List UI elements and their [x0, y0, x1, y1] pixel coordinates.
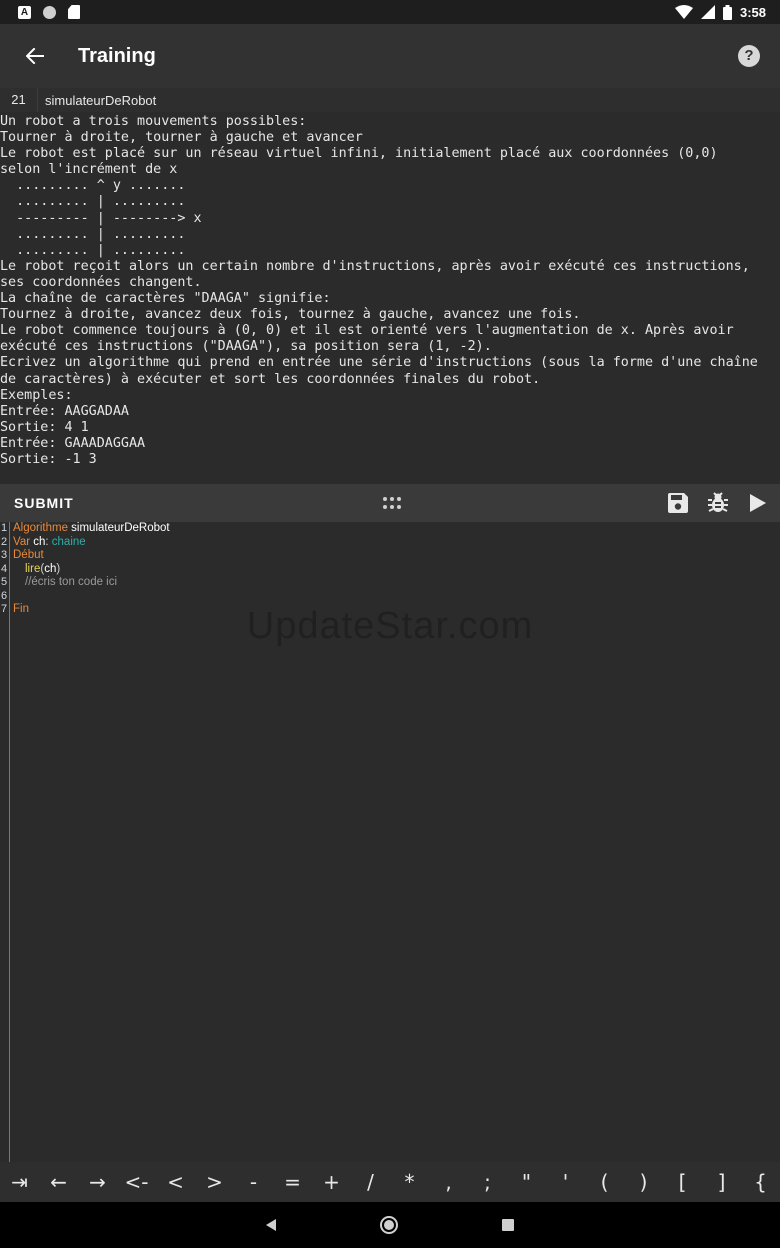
key-plus[interactable]: +: [312, 1170, 351, 1194]
symbol-key-bar: ⇥ ← → <- < > - = + / * , ; " ' ( ) [ ] {: [0, 1162, 780, 1202]
status-notifications: A: [18, 5, 80, 19]
key-close-paren[interactable]: ): [624, 1170, 663, 1194]
key-slash[interactable]: /: [351, 1170, 390, 1194]
key-semicolon[interactable]: ;: [468, 1170, 507, 1194]
key-greater-than[interactable]: >: [195, 1170, 234, 1194]
key-open-bracket[interactable]: [: [663, 1170, 702, 1194]
key-tab[interactable]: ⇥: [0, 1170, 39, 1194]
key-arrow-right[interactable]: →: [78, 1170, 117, 1194]
code-line[interactable]: [13, 590, 170, 604]
key-assign[interactable]: <-: [117, 1170, 156, 1194]
type-token: chaine: [51, 535, 86, 548]
clock: 3:58: [739, 4, 766, 20]
wifi-icon: [674, 5, 693, 19]
debug-icon: [708, 492, 728, 512]
status-indicators: 3:58: [674, 4, 766, 20]
debug-button[interactable]: [706, 491, 730, 515]
key-close-bracket[interactable]: ]: [702, 1170, 741, 1194]
problem-statement: Un robot a trois mouvements possibles: T…: [0, 114, 780, 484]
problem-header: 21 simulateurDeRobot: [0, 88, 780, 112]
code-line[interactable]: //écris ton code ici: [13, 576, 170, 590]
code-line[interactable]: lire(ch): [13, 563, 170, 577]
function-token: lire: [25, 562, 41, 575]
battery-icon: [722, 4, 732, 20]
line-number: 3: [1, 549, 8, 561]
key-comma[interactable]: ,: [429, 1170, 468, 1194]
identifier-token: ch: [44, 562, 57, 575]
back-button[interactable]: [0, 24, 70, 88]
identifier-token: simulateurDeRobot: [67, 522, 170, 534]
keyword-token: Var: [13, 535, 31, 548]
comment-token: //écris ton code ici: [25, 576, 118, 588]
key-asterisk[interactable]: *: [390, 1170, 429, 1194]
a-notification-icon: A: [18, 5, 31, 19]
code-line[interactable]: Début: [13, 549, 170, 563]
submit-button[interactable]: SUBMIT: [14, 495, 74, 511]
editor-toolbar: SUBMIT: [0, 484, 780, 522]
key-open-brace[interactable]: {: [741, 1170, 780, 1194]
code-editor[interactable]: 1 2 3 4 5 6 7 Algorithme simulateurDeRob…: [0, 522, 780, 1162]
sd-card-icon: [68, 5, 80, 19]
line-number: 1: [1, 522, 8, 534]
circle-notification-icon: [43, 5, 56, 19]
key-arrow-left[interactable]: ←: [39, 1170, 78, 1194]
nav-home-icon[interactable]: [380, 1216, 398, 1234]
code-area[interactable]: Algorithme simulateurDeRobot Var ch: cha…: [13, 522, 170, 617]
arrow-back-icon: [26, 48, 44, 64]
problem-statement-text: Un robot a trois mouvements possibles: T…: [0, 114, 758, 467]
key-single-quote[interactable]: ': [546, 1170, 585, 1194]
nav-back-icon[interactable]: [266, 1219, 276, 1231]
status-bar: A 3:58: [0, 0, 780, 24]
save-button[interactable]: [666, 491, 690, 515]
help-button[interactable]: ?: [738, 45, 760, 67]
key-double-quote[interactable]: ": [507, 1170, 546, 1194]
key-open-paren[interactable]: (: [585, 1170, 624, 1194]
identifier-token: ch: [30, 535, 46, 548]
nav-recents-icon[interactable]: [502, 1219, 514, 1231]
keyword-token: Algorithme: [13, 522, 68, 534]
problem-name: simulateurDeRobot: [45, 92, 157, 108]
keyword-token: Début: [13, 549, 44, 561]
signal-icon: [700, 5, 715, 19]
app-bar: Training ?: [0, 24, 780, 88]
run-icon: [750, 494, 766, 512]
paren-token: ): [56, 562, 61, 575]
key-minus[interactable]: -: [234, 1170, 273, 1194]
system-nav-bar: [0, 1202, 780, 1248]
watermark: UpdateStar.com: [246, 605, 534, 647]
line-number: 6: [1, 589, 8, 602]
save-icon: [668, 493, 688, 513]
code-line[interactable]: Var ch: chaine: [13, 536, 170, 550]
key-less-than[interactable]: <: [156, 1170, 195, 1194]
line-number: 2: [1, 535, 8, 548]
code-line[interactable]: Algorithme simulateurDeRobot: [13, 522, 170, 536]
key-equals[interactable]: =: [273, 1170, 312, 1194]
page-title: Training: [78, 44, 156, 67]
line-number: 5: [1, 576, 8, 588]
line-number: 4: [1, 562, 8, 575]
problem-number: 21: [0, 88, 38, 112]
run-button[interactable]: [746, 491, 770, 515]
drag-handle-icon[interactable]: [383, 497, 401, 509]
